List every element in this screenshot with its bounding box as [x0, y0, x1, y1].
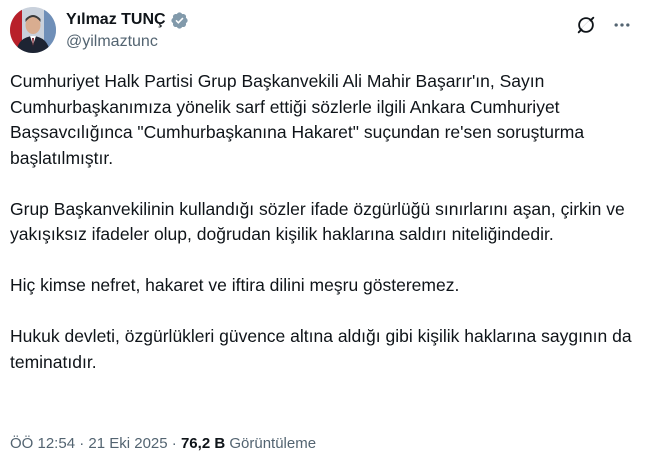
- tweet-paragraph: Hiç kimse nefret, hakaret ve iftira dili…: [10, 275, 460, 295]
- avatar-image: [10, 7, 56, 53]
- more-button[interactable]: [608, 11, 636, 39]
- time-text: ÖÖ 12:54: [10, 435, 76, 452]
- tweet-meta: ÖÖ 12:54 · 21 Eki 2025 · 76,2 B Görüntül…: [10, 433, 316, 455]
- verified-badge-icon[interactable]: [170, 11, 189, 30]
- author-handle[interactable]: @yilmaztunc: [66, 32, 189, 52]
- avatar[interactable]: [10, 7, 56, 53]
- more-horizontal-icon: [614, 23, 630, 27]
- views-label: Görüntüleme: [229, 435, 317, 452]
- date-text: 21 Eki 2025: [88, 435, 168, 452]
- tweet-paragraph: Grup Başkanvekilinin kullandığı sözler i…: [10, 198, 625, 245]
- views-count: 76,2 B: [180, 435, 226, 452]
- tweet-paragraph: Cumhuriyet Halk Partisi Grup Başkanvekil…: [10, 71, 585, 168]
- tweet-time[interactable]: ÖÖ 12:54 · 21 Eki 2025: [10, 435, 168, 452]
- author-block: Yılmaz TUNÇ @yilmaztunc: [66, 10, 189, 52]
- tweet-actions: [572, 11, 636, 39]
- grok-button[interactable]: [572, 11, 600, 39]
- tweet-text: Cumhuriyet Halk Partisi Grup Başkanvekil…: [10, 69, 635, 375]
- meta-separator: ·: [171, 435, 177, 452]
- tweet-card: Yılmaz TUNÇ @yilmaztunc Cumhuriyet Halk …: [0, 0, 650, 463]
- name-row: Yılmaz TUNÇ: [66, 10, 189, 30]
- grok-icon: [577, 16, 595, 34]
- tweet-header: Yılmaz TUNÇ @yilmaztunc: [10, 7, 640, 57]
- tweet-paragraph: Hukuk devleti, özgürlükleri güvence altı…: [10, 326, 632, 372]
- meta-separator: ·: [79, 435, 85, 452]
- display-name[interactable]: Yılmaz TUNÇ: [66, 10, 166, 30]
